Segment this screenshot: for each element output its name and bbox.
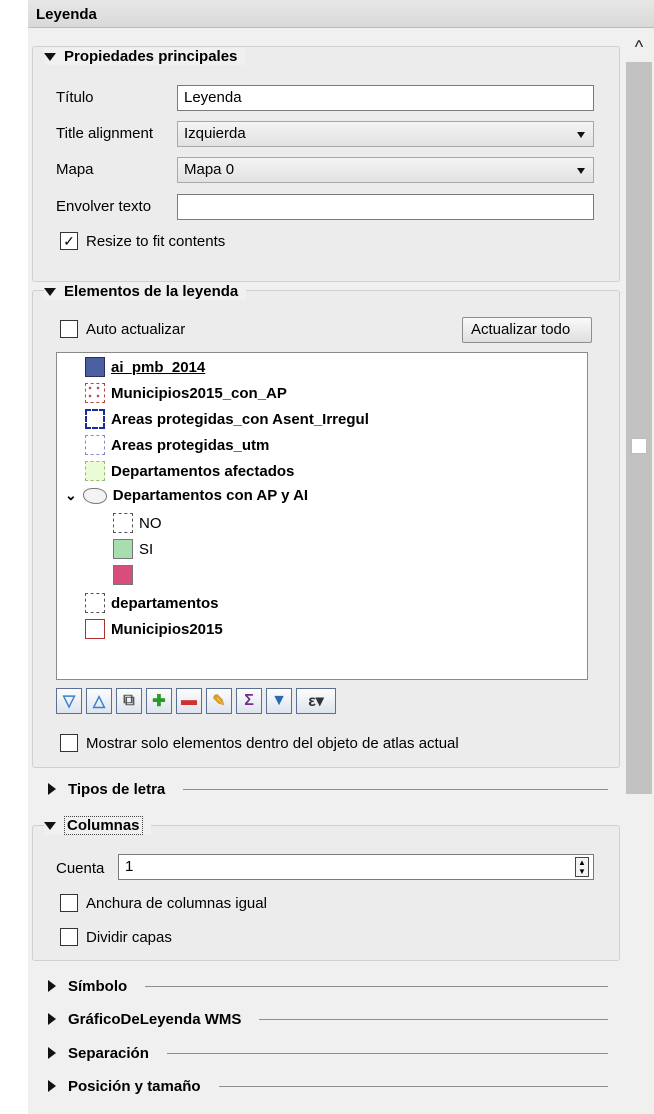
legend-item[interactable]: Departamentos afectados	[85, 461, 294, 481]
expand-arrow-icon	[48, 1080, 56, 1092]
checkbox-unchecked-icon	[60, 734, 78, 752]
wrap-text-label: Envolver texto	[56, 198, 152, 215]
legend-toolbar: ▽ △ ⧉ ✚ ▬ ✎ Σ ▼ ε▾	[56, 688, 336, 718]
polygon-fill-icon	[85, 461, 105, 481]
title-alignment-select[interactable]: Izquierda	[177, 121, 594, 147]
title-alignment-label: Title alignment	[56, 125, 153, 142]
spacing-section-header[interactable]: Separación	[48, 1042, 608, 1064]
expand-arrow-icon	[48, 980, 56, 992]
symbol-section-header[interactable]: Símbolo	[48, 975, 608, 997]
scroll-up-icon[interactable]: ^	[624, 36, 654, 58]
legend-item[interactable]: ai_pmb_2014	[85, 357, 205, 377]
expand-arrow-icon	[48, 1047, 56, 1059]
legend-tree[interactable]: ai_pmb_2014 Municipios2015_con_AP Areas …	[56, 352, 588, 680]
scroll-grip-icon	[631, 438, 647, 454]
expand-arrow-icon	[48, 1013, 56, 1025]
checkbox-unchecked-icon	[60, 894, 78, 912]
wms-legend-section-header[interactable]: GráficoDeLeyenda WMS	[48, 1008, 608, 1030]
polygon-layer-icon	[82, 487, 107, 504]
legend-class-item[interactable]: SI	[113, 539, 153, 559]
title-label: Título	[56, 89, 94, 106]
main-properties-header[interactable]: Propiedades principales	[44, 48, 246, 65]
divider	[145, 985, 608, 987]
legend-group-item[interactable]: ⌄ Departamentos con AP y AI	[65, 487, 308, 504]
vertical-scrollbar[interactable]: ^	[624, 28, 654, 1114]
map-label: Mapa	[56, 161, 94, 178]
fonts-section-header[interactable]: Tipos de letra	[48, 778, 608, 800]
checkbox-unchecked-icon	[60, 320, 78, 338]
left-margin	[0, 0, 28, 1114]
divider	[218, 1085, 608, 1087]
checkbox-checked-icon: ✓	[60, 232, 78, 250]
expression-dropdown-icon[interactable]: ε▾	[296, 688, 336, 714]
panel-title: Leyenda	[28, 0, 654, 28]
dropdown-arrow-icon	[577, 132, 585, 138]
wrap-text-field[interactable]	[177, 194, 594, 220]
resize-to-fit-checkbox[interactable]: ✓ Resize to fit contents	[60, 232, 225, 250]
add-item-icon[interactable]: ✚	[146, 688, 172, 714]
equal-column-width-checkbox[interactable]: Anchura de columnas igual	[60, 894, 267, 912]
count-label: Cuenta	[56, 860, 105, 877]
remove-item-icon[interactable]: ▬	[176, 688, 202, 714]
chevron-down-icon: ⌄	[65, 487, 77, 503]
sum-icon[interactable]: Σ	[236, 688, 262, 714]
filter-icon[interactable]: ▼	[266, 688, 292, 714]
divider	[259, 1018, 608, 1020]
move-up-icon[interactable]: △	[86, 688, 112, 714]
dashed-polygon-icon	[85, 409, 105, 429]
columns-header[interactable]: Columnas	[44, 816, 151, 835]
properties-scroll-area: Propiedades principales Título Leyenda T…	[28, 28, 624, 1114]
polygon-fill-icon	[85, 357, 105, 377]
update-all-button[interactable]: Actualizar todo	[462, 317, 592, 343]
scroll-thumb[interactable]	[626, 62, 652, 794]
auto-update-checkbox[interactable]: Auto actualizar	[60, 320, 185, 338]
position-size-section-header[interactable]: Posición y tamaño	[48, 1075, 608, 1097]
title-field[interactable]: Leyenda	[177, 85, 594, 111]
polygon-fill-icon	[113, 513, 133, 533]
legend-item[interactable]: Areas protegidas_utm	[85, 435, 269, 455]
polygon-outline-icon	[85, 619, 105, 639]
collapse-arrow-icon	[44, 821, 56, 830]
edit-item-icon[interactable]: ✎	[206, 688, 232, 714]
legend-item[interactable]: departamentos	[85, 593, 219, 613]
legend-item[interactable]: Areas protegidas_con Asent_Irregul	[85, 409, 369, 429]
expand-arrow-icon	[48, 783, 56, 795]
polygon-fill-icon	[113, 565, 133, 585]
legend-class-item[interactable]	[113, 565, 139, 585]
dashed-polygon-icon	[85, 435, 105, 455]
count-spinbox[interactable]: 1 ▲ ▼	[118, 854, 594, 880]
polygon-fill-icon	[113, 539, 133, 559]
atlas-only-checkbox[interactable]: Mostrar solo elementos dentro del objeto…	[60, 734, 459, 752]
legend-item[interactable]: Municipios2015_con_AP	[85, 383, 287, 403]
divider	[166, 1052, 608, 1054]
split-layers-checkbox[interactable]: Dividir capas	[60, 928, 172, 946]
spin-arrows-icon[interactable]: ▲ ▼	[575, 857, 589, 877]
dashed-polygon-icon	[85, 593, 105, 613]
divider	[183, 788, 608, 790]
checkbox-unchecked-icon	[60, 928, 78, 946]
legend-class-item[interactable]: NO	[113, 513, 162, 533]
map-select[interactable]: Mapa 0	[177, 157, 594, 183]
dropdown-arrow-icon	[577, 168, 585, 174]
move-down-icon[interactable]: ▽	[56, 688, 82, 714]
add-group-icon[interactable]: ⧉	[116, 688, 142, 714]
collapse-arrow-icon	[44, 287, 56, 296]
collapse-arrow-icon	[44, 52, 56, 61]
dotted-polygon-icon	[85, 383, 105, 403]
legend-items-header[interactable]: Elementos de la leyenda	[44, 283, 247, 300]
legend-item[interactable]: Municipios2015	[85, 619, 223, 639]
